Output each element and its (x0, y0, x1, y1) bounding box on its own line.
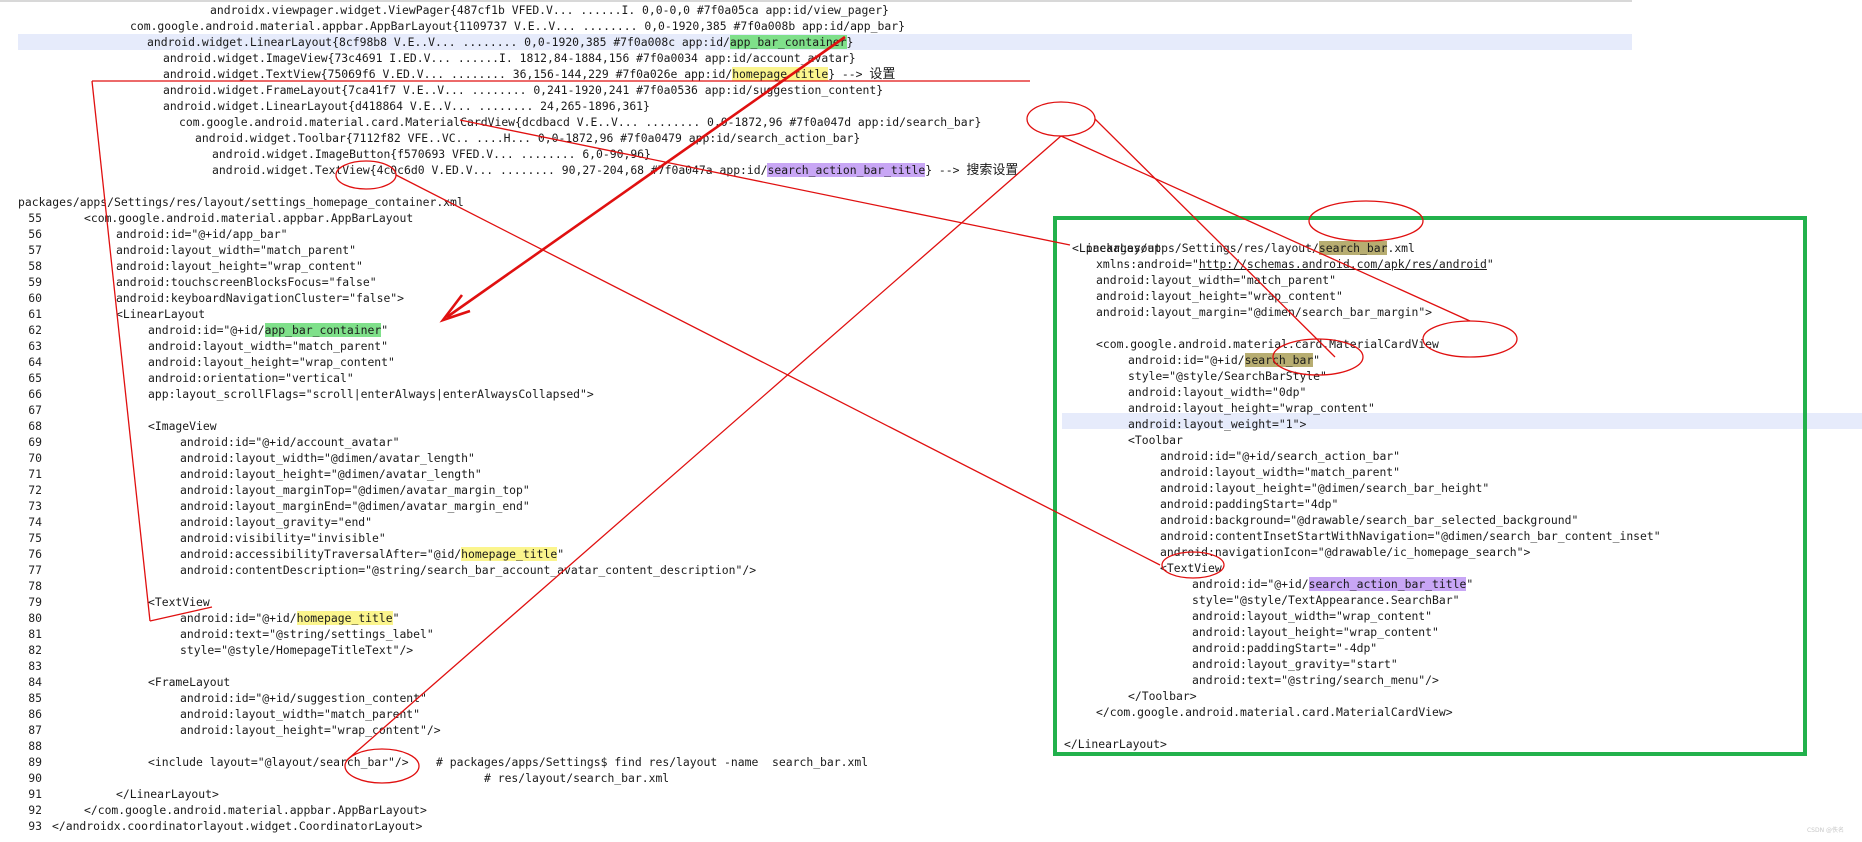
arrowhead (439, 294, 471, 323)
circle-include-search-bar (344, 748, 420, 784)
circle-materialcardview (1422, 320, 1518, 358)
circle-search-bar-dump (1026, 101, 1096, 137)
circle-textview-dump (335, 160, 397, 190)
underline-textview-79 (149, 606, 213, 622)
circle-textview-xml (1161, 551, 1225, 579)
annotation-overlay (91, 35, 1518, 784)
connector-search-bar-id (1094, 118, 1336, 358)
connector-textview (395, 174, 1161, 566)
connector-search-bar-card (1060, 135, 1471, 322)
connector-materialcardview (459, 119, 1071, 246)
arrow-app-bar-container (446, 35, 846, 319)
connector-left (91, 80, 151, 622)
connector-search-bar-include (346, 135, 1062, 761)
circle-search-bar-filename (1308, 200, 1424, 242)
circle-search-bar-id (1272, 338, 1364, 376)
